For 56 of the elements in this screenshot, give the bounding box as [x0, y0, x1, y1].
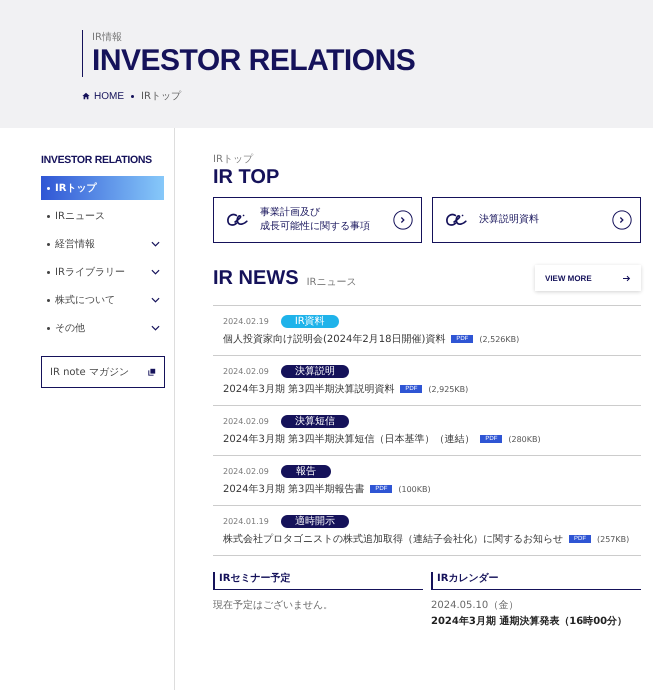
- category-tag: 適時開示: [280, 515, 349, 528]
- link-card[interactable]: 事業計画及び 成長可能性に関する事項: [213, 197, 422, 243]
- sidebar-item[interactable]: 経営情報: [41, 232, 164, 256]
- news-title: IR NEWS: [213, 266, 299, 290]
- calendar-date: 2024.05.10（金）: [431, 599, 520, 612]
- news-subtitle: IRニュース: [306, 276, 358, 289]
- sidebar-item[interactable]: その他: [41, 316, 164, 340]
- news-date: 2024.02.09: [223, 467, 269, 476]
- section-eyebrow: IRトップ: [213, 152, 253, 166]
- file-size: (257KB): [597, 534, 630, 544]
- news-link[interactable]: 2024年3月期 第3四半期報告書: [223, 482, 364, 496]
- file-size: (280KB): [508, 434, 541, 444]
- news-link[interactable]: 個人投資家向け説明会(2024年2月18日開催)資料: [223, 332, 446, 346]
- note-magazine-button[interactable]: IR note マガジン: [41, 356, 165, 388]
- file-size: (100KB): [398, 484, 431, 494]
- news-date: 2024.01.19: [223, 517, 269, 526]
- calendar-event: 2024年3月期 通期決算発表（16時00分）: [431, 614, 628, 628]
- sidebar-item[interactable]: IRトップ: [41, 176, 164, 200]
- news-date: 2024.02.19: [223, 317, 269, 326]
- link-card[interactable]: 決算説明資料: [432, 197, 641, 243]
- view-more-button[interactable]: VIEW MORE: [535, 265, 641, 291]
- category-tag: IR資料: [280, 315, 339, 328]
- chevron-down-icon: [151, 297, 160, 303]
- chevron-down-icon: [151, 325, 160, 331]
- arrow-right-icon: [623, 274, 631, 282]
- file-size: (2,925KB): [428, 384, 468, 394]
- sidebar-item[interactable]: IRライブラリー: [41, 260, 164, 284]
- sidebar-item[interactable]: IRニュース: [41, 204, 164, 228]
- sidebar-item[interactable]: 株式について: [41, 288, 164, 312]
- arrow-circle-icon: [393, 210, 413, 230]
- arrow-circle-icon: [612, 210, 632, 230]
- news-link[interactable]: 2024年3月期 第3四半期決算説明資料: [223, 382, 394, 396]
- news-date: 2024.02.09: [223, 417, 269, 426]
- card-label: 決算説明資料: [479, 212, 540, 227]
- category-tag: 報告: [280, 465, 331, 478]
- breadcrumb-link[interactable]: HOME: [94, 90, 124, 102]
- news-date: 2024.02.09: [223, 367, 269, 376]
- breadcrumb-separator-icon: [131, 94, 134, 98]
- section-title: IR TOP: [213, 166, 280, 189]
- file-size: (2,526KB): [479, 334, 520, 344]
- seminar-heading: IRセミナー予定: [213, 572, 423, 590]
- category-tag: 決算短信: [280, 415, 349, 428]
- breadcrumb-current: IRトップ: [141, 90, 181, 103]
- chevron-down-icon: [151, 269, 160, 275]
- chevron-down-icon: [151, 241, 160, 247]
- seminar-text: 現在予定はございません。: [213, 598, 334, 612]
- external-window-icon: [148, 368, 156, 376]
- news-link[interactable]: 2024年3月期 第3四半期決算短信（日本基準）（連結）: [223, 432, 474, 446]
- category-tag: 決算説明: [280, 365, 349, 378]
- sidebar-title: INVESTOR RELATIONS: [41, 154, 153, 166]
- card-label: 事業計画及び 成長可能性に関する事項: [260, 206, 371, 234]
- page-title: INVESTOR RELATIONS: [92, 44, 416, 77]
- home-icon: [82, 92, 90, 100]
- news-link[interactable]: 株式会社プロタゴニストの株式追加取得（連結子会社化）に関するお知らせ: [223, 532, 563, 546]
- calendar-heading: IRカレンダー: [431, 572, 641, 590]
- header-eyebrow: IR情報: [92, 30, 122, 44]
